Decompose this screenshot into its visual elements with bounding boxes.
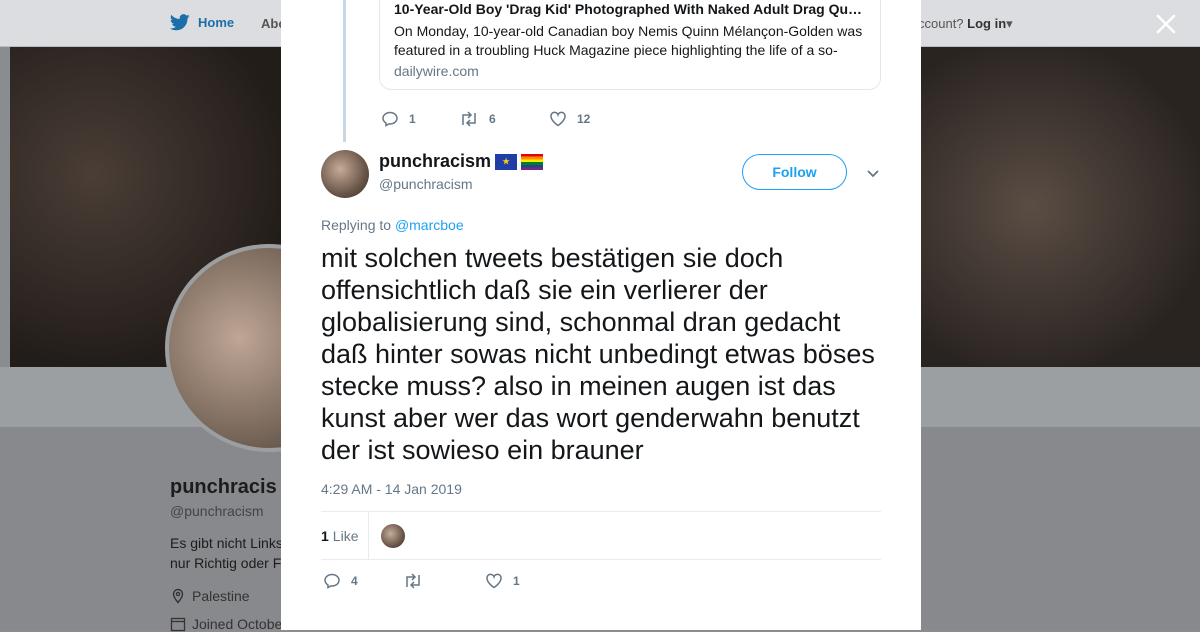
nav-home-link[interactable]: Home: [170, 14, 234, 31]
tweet-text: mit solchen tweets bestätigen sie doch o…: [321, 243, 875, 465]
follow-button[interactable]: Follow: [742, 154, 847, 190]
replying-to-line: Replying to @marcboe: [321, 217, 464, 233]
retweet-button[interactable]: 6: [459, 110, 549, 128]
author-name-row[interactable]: punchracism ★: [379, 151, 544, 172]
like-button[interactable]: 12: [549, 110, 590, 128]
account-login-area: ccount? Log in▾: [918, 16, 1013, 32]
like-button[interactable]: 1: [485, 572, 520, 590]
author-avatar[interactable]: [321, 150, 369, 198]
reply-button[interactable]: 1: [381, 110, 459, 128]
nav-home-label: Home: [198, 15, 235, 30]
parent-tweet-actions: 1 6 12: [381, 110, 590, 128]
reply-count: 4: [351, 574, 358, 588]
tweet-stats-bar: 1 Like: [321, 511, 881, 560]
like-count: 12: [577, 112, 591, 126]
likes-stat-count: 1: [321, 528, 329, 544]
close-icon[interactable]: [1152, 10, 1180, 38]
liker-avatar[interactable]: [381, 524, 405, 548]
likes-stat-label: Like: [332, 528, 359, 544]
replying-prefix: Replying to: [321, 217, 392, 233]
reply-button[interactable]: 4: [323, 572, 403, 590]
author-handle[interactable]: @punchracism: [379, 176, 473, 192]
reply-icon: [382, 111, 398, 127]
retweet-button[interactable]: [403, 572, 485, 590]
login-link[interactable]: Log in: [967, 16, 1006, 31]
heart-icon: [486, 573, 502, 589]
eu-flag-icon: ★: [495, 153, 518, 170]
card-domain: dailywire.com: [394, 63, 479, 79]
retweet-icon: [406, 573, 420, 589]
tweet-modal: 10-Year-Old Boy 'Drag Kid' Photographed …: [281, 0, 921, 630]
location-pin-icon: [172, 588, 184, 604]
reply-count: 1: [409, 112, 416, 126]
retweet-count: 6: [489, 112, 496, 126]
card-description: On Monday, 10-year-old Canadian boy Nemi…: [394, 23, 863, 58]
profile-name: punchracis: [170, 476, 277, 498]
banner-right-photo: [920, 47, 1200, 367]
profile-location: Palestine: [170, 588, 250, 604]
rainbow-flag-icon: [521, 153, 544, 170]
like-count: 1: [513, 574, 520, 588]
replying-to-link[interactable]: @marcboe: [395, 217, 464, 233]
thread-connector-line: [343, 0, 346, 142]
link-preview-card[interactable]: 10-Year-Old Boy 'Drag Kid' Photographed …: [379, 0, 881, 90]
reply-icon: [324, 573, 340, 589]
tweet-actions: 4 1: [323, 572, 520, 590]
profile-handle: @punchracism: [170, 503, 264, 519]
heart-icon: [550, 111, 566, 127]
chevron-down-icon[interactable]: [865, 165, 881, 181]
retweet-icon: [462, 111, 476, 127]
account-prompt: ccount?: [918, 16, 964, 31]
location-text: Palestine: [192, 588, 250, 604]
profile-bio-line: Es gibt nicht Links: [170, 535, 283, 551]
caret-down-icon: ▾: [1006, 16, 1013, 31]
tweet-timestamp[interactable]: 4:29 AM - 14 Jan 2019: [321, 481, 462, 497]
card-title: 10-Year-Old Boy 'Drag Kid' Photographed …: [394, 1, 863, 17]
profile-bio-line: nur Richtig oder F: [170, 555, 282, 571]
likes-stat[interactable]: 1 Like: [321, 528, 358, 544]
twitter-bird-icon: [170, 14, 190, 31]
author-name: punchracism: [379, 151, 492, 171]
stats-divider: [368, 512, 369, 559]
